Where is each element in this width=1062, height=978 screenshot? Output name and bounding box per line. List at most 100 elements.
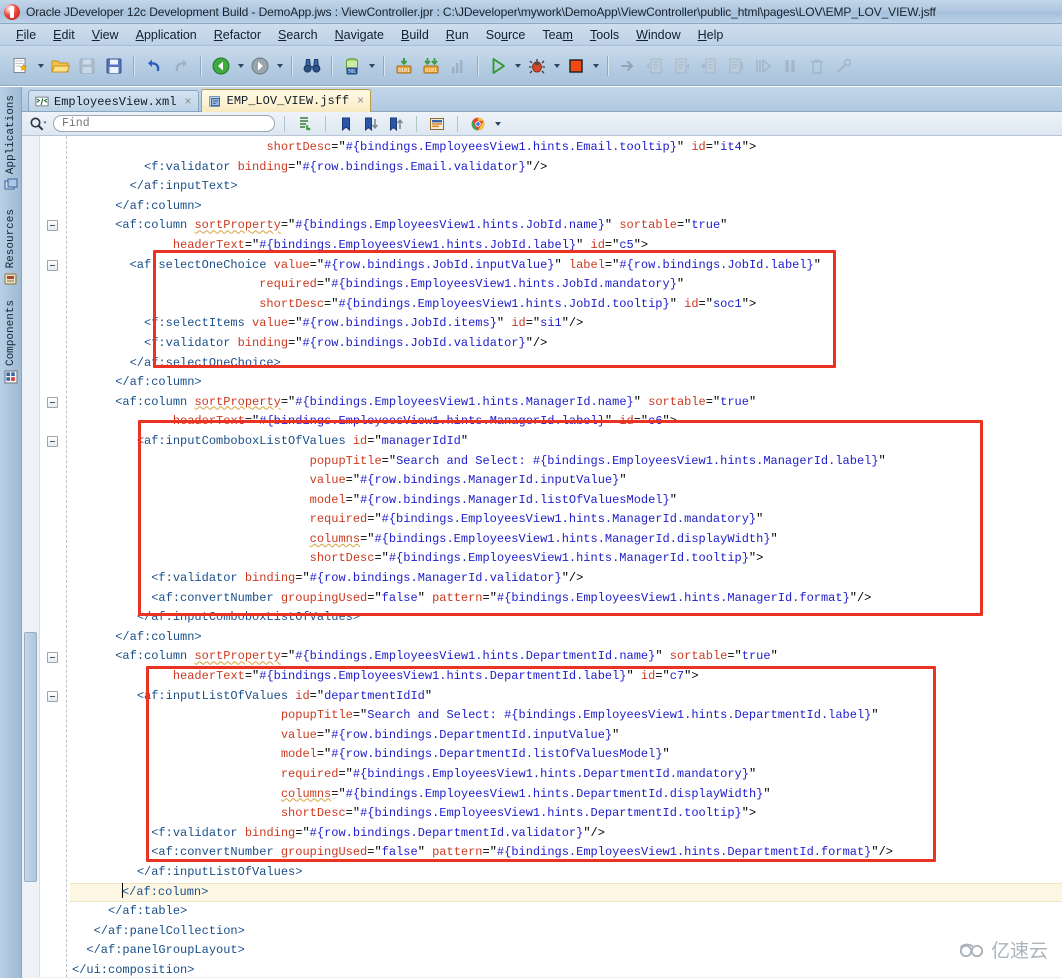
save-all-icon[interactable] — [101, 53, 127, 79]
code-text[interactable]: shortDesc="#{bindings.EmployeesView1.hin… — [70, 136, 1062, 977]
code-line[interactable]: </af:inputListOfValues> — [70, 863, 1062, 883]
stop-icon[interactable] — [563, 53, 589, 79]
menu-item-build[interactable]: Build — [393, 27, 438, 43]
code-line[interactable]: <af:inputListOfValues id="departmentIdId… — [70, 687, 1062, 707]
menu-item-window[interactable]: Window — [628, 27, 689, 43]
step-into-icon[interactable] — [669, 53, 695, 79]
fold-toggle-icon[interactable] — [47, 651, 58, 663]
code-line[interactable]: <af:selectOneChoice value="#{row.binding… — [70, 256, 1062, 276]
back-dropdown-icon[interactable] — [235, 53, 246, 79]
forward-dropdown-icon[interactable] — [274, 53, 285, 79]
new-icon[interactable] — [8, 53, 34, 79]
code-line[interactable]: <f:validator binding="#{row.bindings.Dep… — [70, 824, 1062, 844]
code-line[interactable]: required="#{bindings.EmployeesView1.hint… — [70, 275, 1062, 295]
resume-arrow-icon[interactable] — [615, 53, 641, 79]
editor-tab-employeesview-xml[interactable]: EmployeesView.xml × — [28, 90, 199, 112]
pin-icon[interactable] — [831, 53, 857, 79]
sql-dropdown-icon[interactable] — [366, 53, 377, 79]
sql-icon[interactable]: SQL — [339, 53, 365, 79]
code-line[interactable]: columns="#{bindings.EmployeesView1.hints… — [70, 785, 1062, 805]
bookmark-icon[interactable] — [335, 114, 357, 134]
menu-item-team[interactable]: Team — [534, 27, 582, 43]
code-line[interactable]: </af:inputText> — [70, 177, 1062, 197]
code-line[interactable]: <f:selectItems value="#{row.bindings.Job… — [70, 314, 1062, 334]
code-line[interactable]: model="#{row.bindings.ManagerId.listOfVa… — [70, 491, 1062, 511]
code-line[interactable]: <f:validator binding="#{row.bindings.Job… — [70, 334, 1062, 354]
code-line[interactable]: <af:inputComboboxListOfValues id="manage… — [70, 432, 1062, 452]
code-line[interactable]: shortDesc="#{bindings.EmployeesView1.hin… — [70, 138, 1062, 158]
code-line[interactable]: </af:table> — [70, 902, 1062, 922]
go-to-line-icon[interactable] — [294, 114, 316, 134]
editor-tab-emp-lov-view-jsff[interactable]: EMP_LOV_VIEW.jsff × — [200, 89, 372, 112]
code-line[interactable]: </ui:composition> — [70, 961, 1062, 977]
open-folder-icon[interactable] — [47, 53, 73, 79]
code-line[interactable]: <f:validator binding="#{row.bindings.Man… — [70, 569, 1062, 589]
fold-toggle-icon[interactable] — [47, 220, 58, 232]
block-comment-icon[interactable] — [426, 114, 448, 134]
code-line[interactable]: </af:selectOneChoice> — [70, 354, 1062, 374]
new-dropdown-icon[interactable] — [35, 53, 46, 79]
code-line[interactable]: </af:column> — [70, 373, 1062, 393]
previous-bookmark-icon[interactable] — [385, 114, 407, 134]
find-input[interactable] — [53, 115, 275, 132]
menu-item-help[interactable]: Help — [690, 27, 733, 43]
code-line[interactable]: <f:validator binding="#{row.bindings.Ema… — [70, 158, 1062, 178]
code-line[interactable]: value="#{row.bindings.DepartmentId.input… — [70, 726, 1062, 746]
menu-item-file[interactable]: File — [8, 27, 45, 43]
code-line[interactable]: shortDesc="#{bindings.EmployeesView1.hin… — [70, 295, 1062, 315]
menu-item-navigate[interactable]: Navigate — [327, 27, 393, 43]
debug-icon[interactable] — [524, 53, 550, 79]
code-editor[interactable]: shortDesc="#{bindings.EmployeesView1.hin… — [22, 136, 1062, 977]
step-over-icon[interactable] — [642, 53, 668, 79]
dock-tab-resources[interactable]: Resources — [2, 209, 20, 287]
fold-toggle-icon[interactable] — [47, 436, 58, 447]
code-line[interactable]: required="#{bindings.EmployeesView1.hint… — [70, 510, 1062, 530]
menu-item-refactor[interactable]: Refactor — [206, 27, 270, 43]
code-line[interactable]: </af:column> — [70, 628, 1062, 648]
save-icon[interactable] — [74, 53, 100, 79]
code-line[interactable]: </af:inputComboboxListOfValues> — [70, 608, 1062, 628]
code-line[interactable]: required="#{bindings.EmployeesView1.hint… — [70, 765, 1062, 785]
menu-item-view[interactable]: View — [84, 27, 128, 43]
menu-item-run[interactable]: Run — [438, 27, 478, 43]
run-dropdown-icon[interactable] — [512, 53, 523, 79]
code-line[interactable]: </af:column> — [70, 197, 1062, 217]
code-line[interactable]: popupTitle="Search and Select: #{binding… — [70, 706, 1062, 726]
code-line[interactable]: headerText="#{bindings.EmployeesView1.hi… — [70, 412, 1062, 432]
code-line[interactable]: shortDesc="#{bindings.EmployeesView1.hin… — [70, 549, 1062, 569]
next-bookmark-icon[interactable] — [360, 114, 382, 134]
redo-icon[interactable] — [168, 53, 194, 79]
resume-icon[interactable] — [750, 53, 776, 79]
menu-item-edit[interactable]: Edit — [45, 27, 84, 43]
step-to-end-icon[interactable] — [723, 53, 749, 79]
code-line[interactable]: </af:panelCollection> — [70, 922, 1062, 942]
fold-toggle-icon[interactable] — [47, 259, 58, 271]
preview-dropdown-icon[interactable] — [492, 111, 503, 137]
stop-dropdown-icon[interactable] — [590, 53, 601, 79]
preview-in-chrome-icon[interactable] — [467, 114, 489, 134]
run-icon[interactable] — [485, 53, 511, 79]
search-magnifier-icon[interactable] — [28, 115, 50, 133]
delete-icon[interactable] — [804, 53, 830, 79]
menu-item-source[interactable]: Source — [478, 27, 535, 43]
undo-icon[interactable] — [141, 53, 167, 79]
menu-item-tools[interactable]: Tools — [582, 27, 628, 43]
code-line[interactable]: <af:column sortProperty="#{bindings.Empl… — [70, 647, 1062, 667]
code-line[interactable]: <af:column sortProperty="#{bindings.Empl… — [70, 216, 1062, 236]
close-icon[interactable]: × — [184, 95, 191, 109]
gutter-scroll-thumb[interactable] — [24, 632, 37, 882]
menu-item-search[interactable]: Search — [270, 27, 327, 43]
code-line[interactable]: columns="#{bindings.EmployeesView1.hints… — [70, 530, 1062, 550]
debug-dropdown-icon[interactable] — [551, 53, 562, 79]
code-line[interactable]: headerText="#{bindings.EmployeesView1.hi… — [70, 667, 1062, 687]
close-icon[interactable]: × — [357, 94, 364, 108]
dock-tab-applications[interactable]: Applications — [2, 95, 20, 193]
step-out-icon[interactable] — [696, 53, 722, 79]
code-line[interactable]: <af:convertNumber groupingUsed="false" p… — [70, 843, 1062, 863]
profile-icon[interactable] — [445, 53, 471, 79]
code-line[interactable]: shortDesc="#{bindings.EmployeesView1.hin… — [70, 804, 1062, 824]
code-line[interactable]: </af:column> — [70, 882, 1062, 903]
make-icon[interactable]: 0101 — [391, 53, 417, 79]
pause-icon[interactable] — [777, 53, 803, 79]
back-icon[interactable] — [208, 53, 234, 79]
